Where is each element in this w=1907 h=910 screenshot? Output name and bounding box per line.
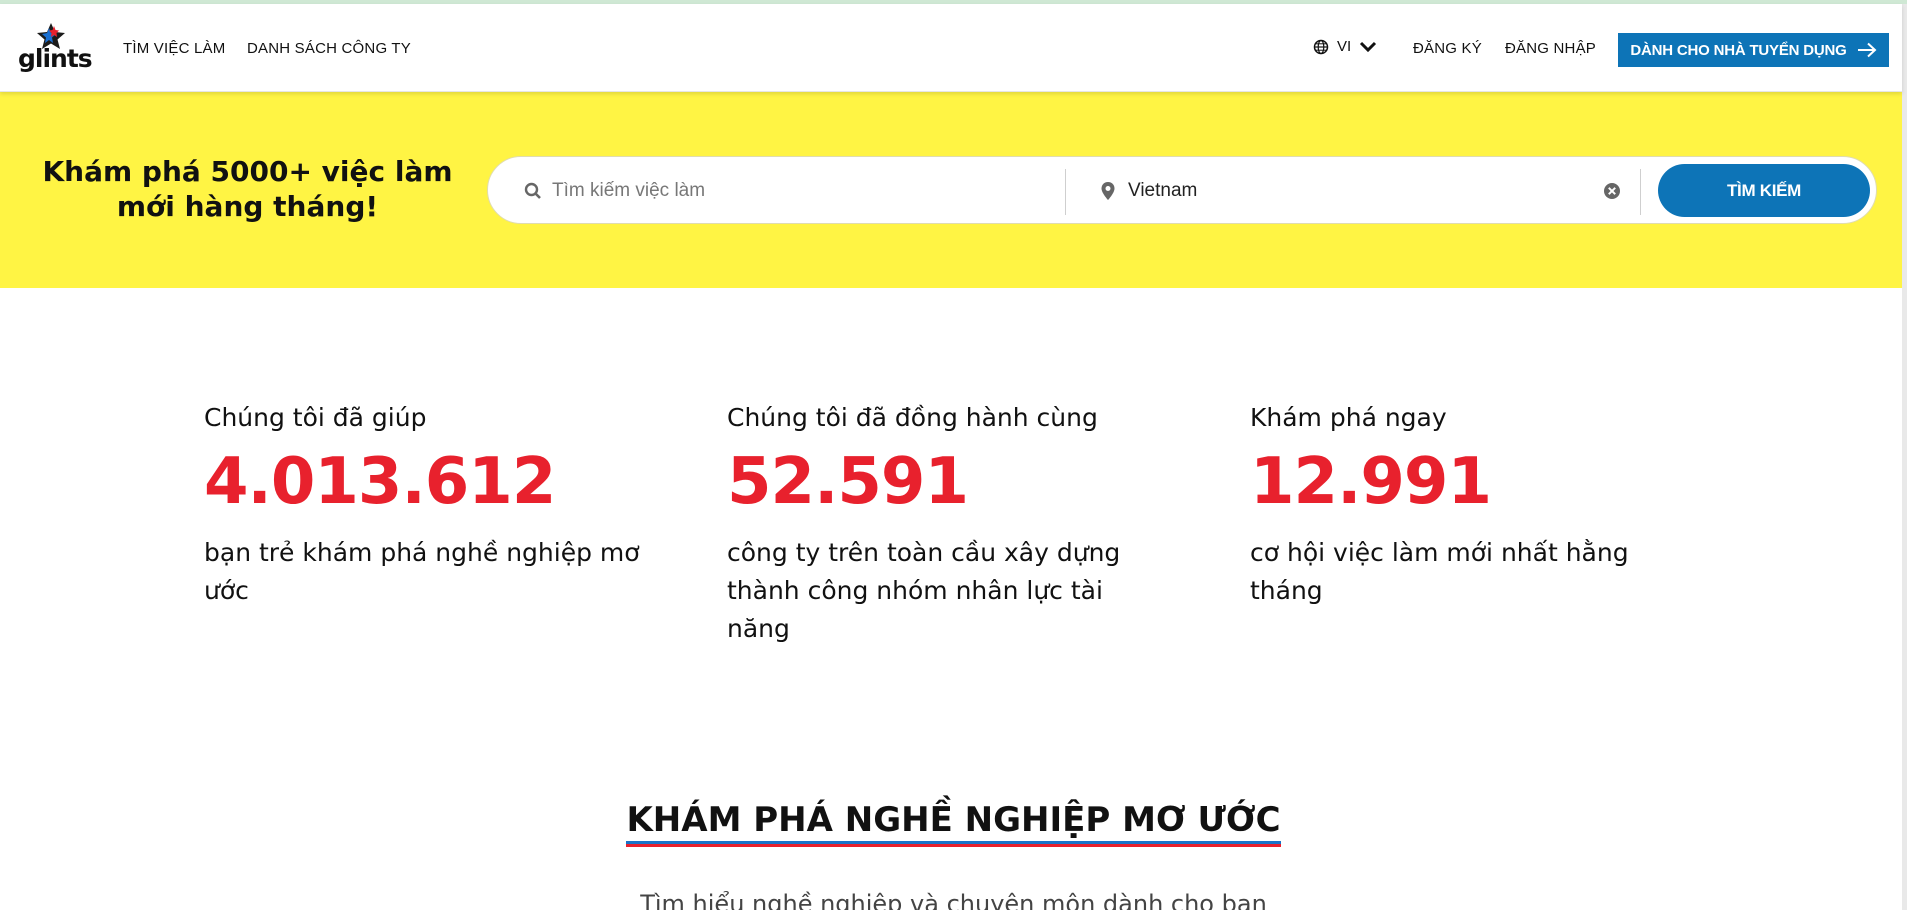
scrollbar[interactable]: [1902, 4, 1907, 910]
stat-lead: Chúng tôi đã giúp: [204, 403, 427, 432]
stat-description: bạn trẻ khám phá nghề nghiệp mơ ước: [204, 538, 640, 605]
nav-company-list[interactable]: DANH SÁCH CÔNG TY: [247, 40, 411, 57]
stat-lead: Khám phá ngay: [1250, 403, 1447, 432]
stat-description: cơ hội việc làm mới nhất hằng tháng: [1250, 538, 1629, 605]
search-divider: [1640, 169, 1641, 215]
search-bar: Vietnam TÌM KIẾM: [487, 156, 1877, 224]
stat-number: 52.591: [727, 445, 969, 519]
site-header: glints TÌM VIỆC LÀM DANH SÁCH CÔNG TY VI…: [0, 4, 1902, 92]
stat-number: 12.991: [1250, 445, 1492, 519]
language-selector[interactable]: VI: [1313, 38, 1377, 55]
title-underline-red: [626, 844, 1281, 847]
stat-card: Chúng tôi đã giúp 4.013.612 bạn trẻ khám…: [204, 403, 654, 610]
clear-icon[interactable]: [1603, 182, 1621, 200]
search-button[interactable]: TÌM KIẾM: [1658, 164, 1870, 217]
logo-text: glints: [18, 44, 93, 73]
hero-title: Khám phá 5000+ việc làm mới hàng tháng!: [20, 154, 475, 224]
glints-logo[interactable]: glints: [18, 22, 93, 78]
location-pin-icon: [1101, 182, 1115, 200]
section-title: KHÁM PHÁ NGHỀ NGHIỆP MƠ ƯỚC: [0, 800, 1907, 847]
globe-icon: [1313, 39, 1329, 54]
section-subtitle: Tìm hiểu nghề nghiệp và chuyên môn dành …: [640, 890, 1267, 910]
employer-button-label: DÀNH CHO NHÀ TUYỂN DỤNG: [1630, 41, 1847, 59]
page: glints TÌM VIỆC LÀM DANH SÁCH CÔNG TY VI…: [0, 0, 1907, 910]
location-input[interactable]: Vietnam: [1128, 180, 1197, 202]
hero-title-part: Khám phá: [42, 155, 211, 188]
employer-button[interactable]: DÀNH CHO NHÀ TUYỂN DỤNG: [1618, 33, 1889, 67]
stat-lead: Chúng tôi đã đồng hành cùng: [727, 403, 1098, 432]
stat-description: công ty trên toàn cầu xây dựng thành côn…: [727, 538, 1121, 643]
stat-card: Khám phá ngay 12.991 cơ hội việc làm mới…: [1250, 403, 1700, 610]
section-title-label: KHÁM PHÁ NGHỀ NGHIỆP MƠ ƯỚC: [626, 800, 1281, 840]
stat-card: Chúng tôi đã đồng hành cùng 52.591 công …: [727, 403, 1147, 648]
language-label: VI: [1337, 38, 1352, 55]
login-link[interactable]: ĐĂNG NHẬP: [1505, 40, 1596, 57]
arrow-right-icon: [1857, 42, 1877, 58]
chevron-down-icon: [1360, 41, 1377, 52]
search-divider: [1065, 169, 1066, 215]
nav-find-jobs[interactable]: TÌM VIỆC LÀM: [123, 40, 225, 57]
search-icon: [524, 182, 541, 199]
job-search-input[interactable]: [552, 175, 1012, 207]
register-link[interactable]: ĐĂNG KÝ: [1413, 40, 1482, 57]
hero-title-highlight: 5000+: [210, 155, 312, 188]
stat-number: 4.013.612: [204, 445, 556, 519]
hero-search-band: Khám phá 5000+ việc làm mới hàng tháng! …: [0, 92, 1902, 288]
section-title-text: KHÁM PHÁ NGHỀ NGHIỆP MƠ ƯỚC: [626, 800, 1281, 847]
